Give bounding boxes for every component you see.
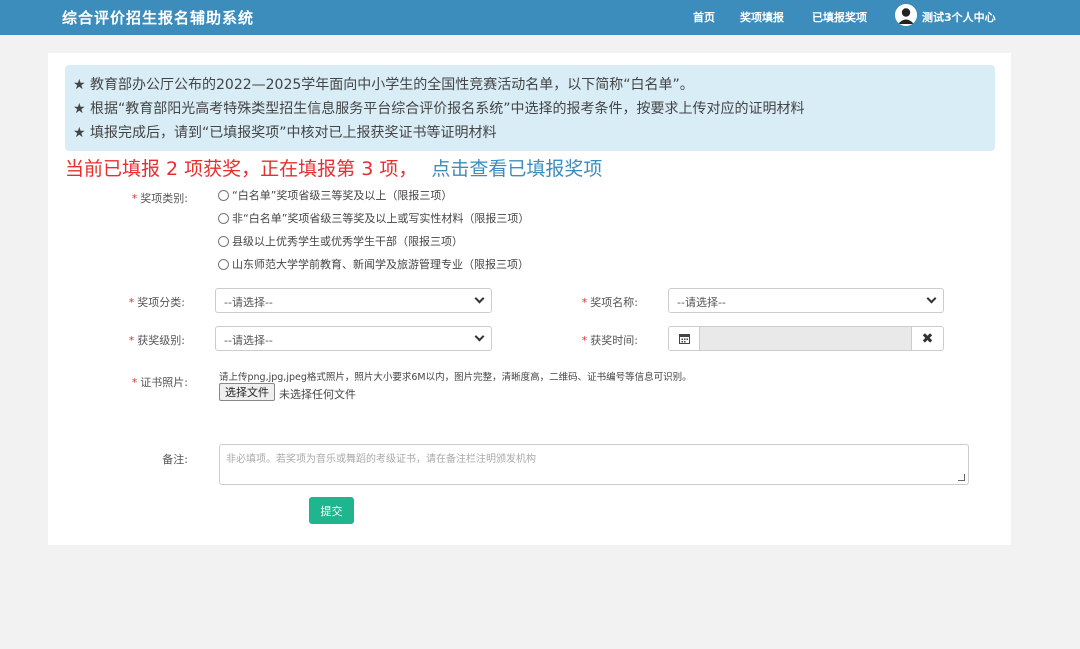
calendar-icon[interactable] (669, 327, 700, 350)
award-type-option[interactable]: 山东师范大学学前教育、新闻学及旅游管理专业（限报三项） (218, 256, 529, 272)
file-status: 未选择任何文件 (279, 388, 356, 401)
resize-handle-icon[interactable] (958, 474, 965, 481)
award-type-option[interactable]: 县级以上优秀学生或优秀学生干部（限报三项） (218, 233, 463, 249)
award-date-input[interactable] (700, 327, 912, 350)
award-level-select[interactable]: --请选择-- (215, 326, 492, 351)
close-icon[interactable]: ✖ (911, 327, 943, 350)
remark-textarea[interactable]: 非必填项。若奖项为音乐或舞蹈的考级证书，请在备注栏注明颁发机构 (219, 444, 969, 485)
view-submitted-link[interactable]: 点击查看已填报奖项 (431, 158, 602, 180)
category-label: * 奖项分类: (128, 296, 185, 309)
remark-label: 备注: (162, 453, 188, 466)
radio-button[interactable] (218, 212, 229, 224)
choose-file-button[interactable]: 选择文件 (219, 383, 275, 401)
remark-placeholder: 非必填项。若奖项为音乐或舞蹈的考级证书，请在备注栏注明颁发机构 (226, 454, 536, 465)
award-type-option[interactable]: “白名单”奖项省级三等奖及以上（限报三项） (218, 187, 452, 203)
notice-line: ★ 根据“教育部阳光高考特殊类型招生信息服务平台综合评价报名系统”中选择的报考条… (73, 101, 805, 117)
app-title: 综合评价招生报名辅助系统 (62, 9, 255, 27)
award-name-label: * 奖项名称: (581, 296, 638, 309)
chevron-down-icon (926, 293, 937, 304)
radio-button[interactable] (218, 189, 229, 201)
award-type-option[interactable]: 非“白名单”奖项省级三等奖及以上或写实性材料（限报三项） (218, 210, 529, 226)
top-navbar: 综合评价招生报名辅助系统 首页 奖项填报 已填报奖项 测试3个人中心 (0, 0, 1080, 35)
radio-button[interactable] (218, 235, 229, 247)
award-type-label: * 奖项类别: (131, 192, 188, 205)
notice-line: ★ 教育部办公厅公布的2022—2025学年面向中小学生的全国性竞赛活动名单，以… (73, 77, 694, 93)
submit-button[interactable]: 提交 (309, 497, 354, 524)
award-time-label: * 获奖时间: (581, 334, 638, 347)
notice-box: ★ 教育部办公厅公布的2022—2025学年面向中小学生的全国性竞赛活动名单，以… (65, 65, 995, 151)
progress-status: 当前已填报 2 项获奖，正在填报第 3 项， 点击查看已填报奖项 (65, 154, 602, 181)
chevron-down-icon (474, 293, 485, 304)
nav-user-center[interactable]: 测试3个人中心 (922, 9, 996, 25)
award-date-picker[interactable]: ✖ (668, 326, 944, 351)
photo-label: * 证书照片: (131, 376, 188, 389)
radio-button[interactable] (218, 258, 229, 270)
category-select[interactable]: --请选择-- (215, 288, 492, 313)
award-level-label: * 获奖级别: (128, 334, 185, 347)
user-avatar-icon[interactable] (895, 4, 917, 26)
nav-home[interactable]: 首页 (693, 9, 715, 25)
progress-text: 当前已填报 2 项获奖，正在填报第 3 项， (65, 158, 418, 180)
notice-line: ★ 填报完成后，请到“已填报奖项”中核对已上报获奖证书等证明材料 (73, 125, 497, 141)
award-name-select[interactable]: --请选择-- (668, 288, 944, 313)
nav-submitted-awards[interactable]: 已填报奖项 (812, 9, 867, 25)
chevron-down-icon (474, 331, 485, 342)
photo-hint: 请上传png,jpg,jpeg格式照片，照片大小要求6M以内，图片完整，清晰度高… (219, 372, 692, 383)
nav-award-entry[interactable]: 奖项填报 (740, 9, 784, 25)
